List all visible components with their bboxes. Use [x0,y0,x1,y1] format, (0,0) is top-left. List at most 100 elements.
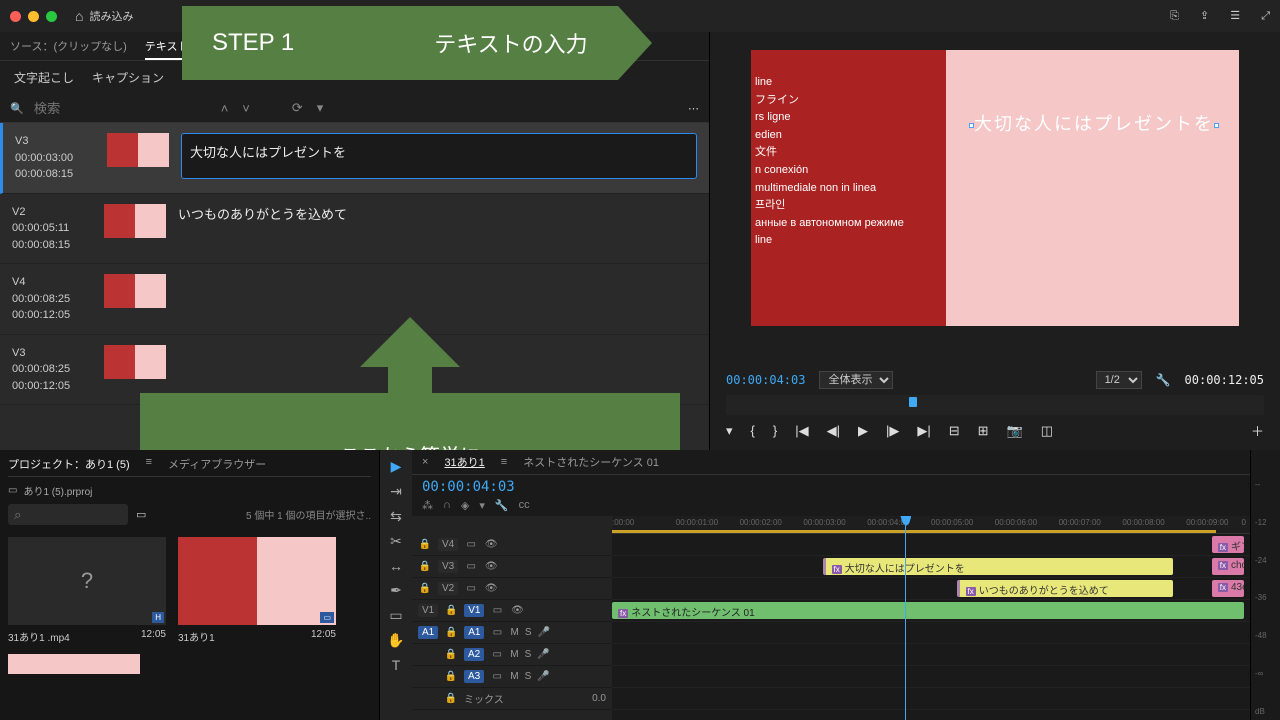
marker-icon[interactable]: ▾ [726,423,733,439]
track-header-v4[interactable]: 🔒V4▭👁 [412,534,612,556]
in-bracket-icon[interactable]: { [751,423,755,438]
maximize-window[interactable] [46,11,57,22]
selection-tool-icon[interactable]: ▶ [391,458,402,475]
caption-row[interactable]: V300:00:03:0000:00:08:15 大切な人にはプレゼントを [0,123,709,194]
project-item[interactable]: ▭ 31あり112:05 [178,537,336,644]
play-icon[interactable]: ▶ [858,423,868,439]
marker-add-icon[interactable]: ◈ [461,499,469,512]
caption-text: いつものありがとうを込めて [178,204,697,223]
zoom-select[interactable]: 1/2 [1096,371,1142,389]
search-icon[interactable]: 🔍 [10,102,24,115]
time-ruler[interactable]: :00:00 00:00:01:00 00:00:02:00 00:00:03:… [612,516,1250,534]
preview-text-overlay[interactable]: 大切な人にはプレゼントを [969,110,1219,139]
home-icon[interactable]: ⌂ [75,8,83,24]
share-icon[interactable]: ⇪ [1200,10,1209,22]
step-fwd-icon[interactable]: |▶ [886,423,899,439]
wrench-icon[interactable]: 🔧 [495,499,509,512]
sequence-tab[interactable]: 31あり1 [444,454,484,470]
workspace-label[interactable]: 読み込み [89,8,133,24]
out-bracket-icon[interactable]: } [773,423,777,438]
project-filter-icon[interactable]: ▭ [136,508,146,521]
caret-up-icon[interactable]: ˄ [221,101,229,116]
audio-meter: -- -12 -24 -36 -48 -∞ dB [1250,450,1280,720]
clip[interactable]: fxchoigi [1212,558,1244,575]
project-item[interactable]: H 31あり1 .mp412:05 [8,537,166,644]
refresh-icon[interactable]: ⟳ [292,100,303,116]
caption-row[interactable]: V200:00:05:1100:00:08:15 いつものありがとうを込めて [0,194,709,265]
button-editor-icon[interactable]: ＋ [1251,421,1264,440]
tab-dropdown-icon[interactable]: ≡ [146,456,152,472]
clip[interactable]: fx大切な人にはプレゼントを [823,558,1174,575]
lift-icon[interactable]: ⊟ [949,423,960,439]
track-header-a3[interactable]: 🔒A3▭MS🎤 [412,666,612,688]
timeline-panel: × 31あり1 ≡ ネストされたシーケンス 01 00:00:04:03 ⁂ ∩… [412,450,1250,720]
track-header-a1[interactable]: A1🔒A1▭MS🎤 [412,622,612,644]
filter-icon[interactable]: ▾ [317,100,324,116]
tab-menu-icon[interactable]: ≡ [501,456,507,468]
track-select-tool-icon[interactable]: ⇥ [390,483,402,500]
settings-icon[interactable]: ▾ [479,499,485,512]
fit-select[interactable]: 全体表示 [819,371,893,389]
ripple-tool-icon[interactable]: ⇆ [390,508,402,525]
caption-row[interactable]: V400:00:08:2500:00:12:05 [0,264,709,335]
bin-icon[interactable]: ▭ [8,485,17,496]
track-header-v2[interactable]: 🔒V2▭👁 [412,578,612,600]
track-header-v3[interactable]: 🔒V3▭👁 [412,556,612,578]
close-window[interactable] [10,11,21,22]
clip[interactable]: fxギフ [1212,536,1244,553]
cc-icon[interactable]: cc [519,499,530,512]
track-v3: fx大切な人にはプレゼントを fxchoigi [612,556,1250,578]
wrench-icon[interactable]: 🔧 [1156,373,1171,387]
caption-toolbar: 🔍 ˄ ˅ ⟳ ▾ ⋯ [0,94,709,123]
more-icon[interactable]: ⋯ [688,102,699,115]
project-scrub-bar[interactable] [8,654,140,674]
search-input[interactable] [34,101,211,116]
goto-out-icon[interactable]: ▶| [917,423,930,439]
pen-tool-icon[interactable]: ✒ [390,582,402,599]
timeline-tracks[interactable]: :00:00 00:00:01:00 00:00:02:00 00:00:03:… [612,516,1250,720]
preview-area[interactable]: line フライン rs ligne edien 文件 n conexión m… [710,32,1280,367]
subtab-caption[interactable]: キャプション [92,69,164,86]
export-frame-icon[interactable]: 📷 [1007,423,1023,439]
step-number: STEP 1 [212,29,294,57]
tab-source[interactable]: ソース：(クリップなし) [10,38,127,60]
quick-export-icon[interactable]: ⎘ [1170,10,1179,22]
rectangle-tool-icon[interactable]: ▭ [389,607,402,624]
track-v2: fxいつものありがとうを込めて fx43e8b [612,578,1250,600]
tab-media-browser[interactable]: メディアブラウザー [168,456,266,472]
slip-tool-icon[interactable]: ↔ [389,558,403,574]
caption-text-input[interactable]: 大切な人にはプレゼントを [181,133,697,179]
link-icon[interactable]: ∩ [443,499,451,512]
type-tool-icon[interactable]: T [392,657,401,673]
caption-list: V300:00:03:0000:00:08:15 大切な人にはプレゼントを V2… [0,123,709,450]
menu-icon[interactable]: ☰ [1230,10,1240,22]
clip[interactable]: fx43e8b [1212,580,1244,597]
razor-tool-icon[interactable]: ✂ [390,533,402,550]
sequence-tab[interactable]: ネストされたシーケンス 01 [523,454,659,470]
minimize-window[interactable] [28,11,39,22]
caret-down-icon[interactable]: ˅ [242,101,250,116]
timecode-current[interactable]: 00:00:04:03 [726,373,805,387]
track-header-a2[interactable]: 🔒A2▭MS🎤 [412,644,612,666]
goto-in-icon[interactable]: |◀ [795,423,808,439]
timecode-duration: 00:00:12:05 [1185,373,1264,387]
timeline-timecode[interactable]: 00:00:04:03 [422,479,515,495]
track-header-v1[interactable]: V1🔒V1▭👁 [412,600,612,622]
tab-project[interactable]: プロジェクト：あり1 (5) [8,456,130,472]
snap-icon[interactable]: ⁂ [422,499,433,512]
monitor-scrubber[interactable] [726,395,1264,415]
hand-tool-icon[interactable]: ✋ [387,632,404,649]
tutorial-step-banner: STEP 1 テキストの入力 [182,6,618,80]
track-a2 [612,644,1250,666]
step-back-icon[interactable]: ◀| [827,423,840,439]
compare-icon[interactable]: ◫ [1041,423,1053,439]
subtab-transcribe[interactable]: 文字起こし [14,69,74,86]
extract-icon[interactable]: ⊞ [978,423,989,439]
clip[interactable]: fxいつものありがとうを込めて [957,580,1174,597]
fullscreen-icon[interactable]: ⤢ [1261,10,1270,22]
track-a1 [612,622,1250,644]
project-search[interactable] [8,504,128,525]
clip[interactable]: fxネストされたシーケンス 01 [612,602,1244,619]
close-seq-icon[interactable]: × [422,456,428,468]
playhead[interactable] [905,516,906,720]
